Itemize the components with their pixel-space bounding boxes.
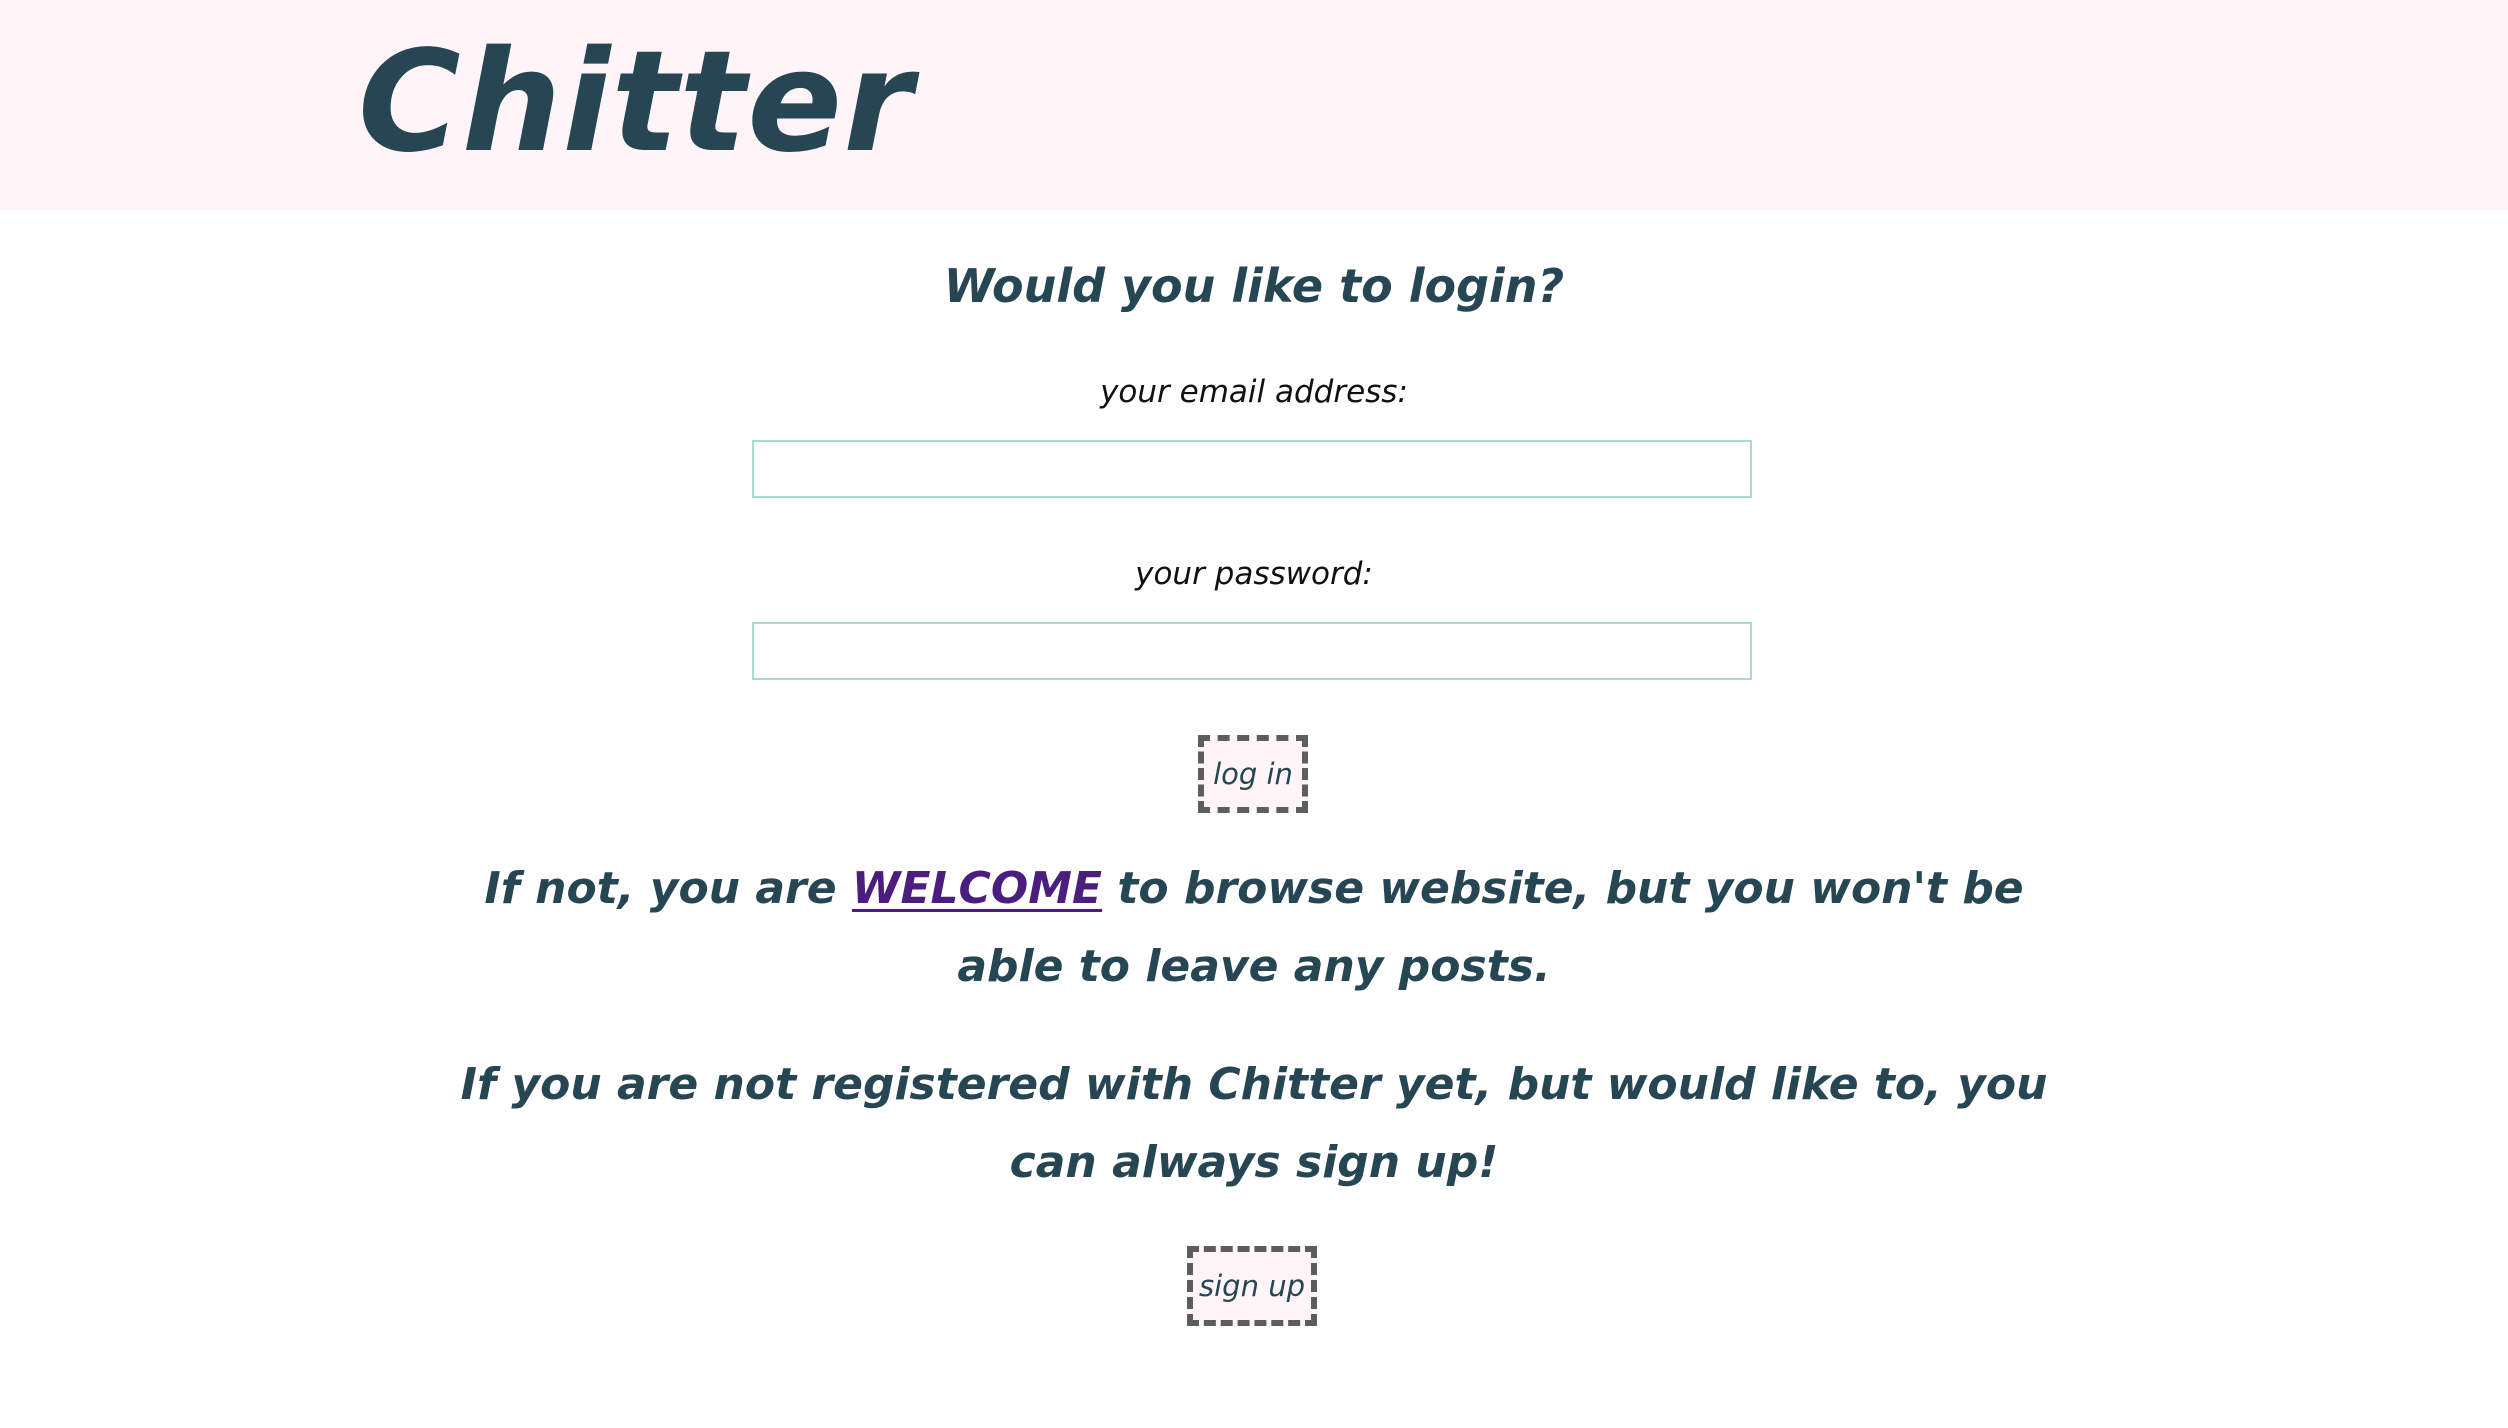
signup-message: If you are not registered with Chitter y… xyxy=(460,1059,2048,1188)
login-button[interactable]: log in xyxy=(1198,735,1308,813)
email-field[interactable] xyxy=(752,440,1752,498)
welcome-link[interactable]: WELCOME xyxy=(852,863,1102,914)
email-label: your email address: xyxy=(1100,374,1408,410)
signup-button[interactable]: sign up xyxy=(1187,1246,1317,1326)
site-header: Chitter xyxy=(0,0,2508,210)
password-field[interactable] xyxy=(752,622,1752,680)
guest-message-end: to browse website, but you won't be able… xyxy=(957,863,2024,992)
chitter-logo: Chitter xyxy=(358,21,914,184)
guest-message-start: If not, you are xyxy=(484,863,852,914)
guest-browse-message: If not, you are WELCOME to browse websit… xyxy=(454,850,2054,1006)
login-heading: Would you like to login? xyxy=(943,259,1565,313)
password-label: your password: xyxy=(1135,556,1373,592)
